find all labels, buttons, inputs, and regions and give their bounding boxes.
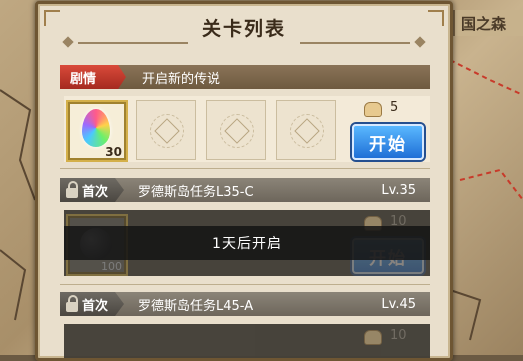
- divider: [60, 284, 430, 285]
- stage-level: Lv.45: [381, 296, 416, 312]
- reward-count: 30: [105, 145, 122, 159]
- locked-stage-content: 10: [64, 324, 430, 358]
- title-ornament-right: [300, 42, 410, 44]
- stage-list-panel: 关卡列表 剧情 开启新的传说 30 5 开始 首次 罗德斯岛任务L35-C Lv…: [35, 1, 453, 361]
- reward-item-slot[interactable]: 30: [66, 100, 128, 162]
- stamina-cost: 5: [390, 100, 399, 115]
- start-button[interactable]: 开始: [352, 124, 424, 160]
- unlock-countdown: 1天后开启: [64, 226, 430, 260]
- rainbow-crystal-icon: [82, 109, 110, 147]
- lock-icon: [66, 181, 78, 198]
- reward-count: 100: [101, 260, 122, 273]
- first-clear-label: 首次: [82, 298, 109, 314]
- empty-reward-slot: [206, 100, 266, 160]
- divider: [60, 168, 430, 169]
- stage-title: 罗德斯岛任务L45-A: [138, 298, 254, 314]
- story-tag: 剧情: [60, 65, 126, 89]
- empty-reward-slot: [276, 100, 336, 160]
- first-clear-tag: 首次: [60, 178, 124, 202]
- bread-icon: [364, 330, 382, 345]
- first-clear-tag: 首次: [60, 292, 124, 316]
- title-ornament-left: [78, 42, 188, 44]
- stage-header[interactable]: 首次 罗德斯岛任务L35-C Lv.35: [60, 178, 430, 202]
- bread-icon: [364, 102, 382, 117]
- stage-header[interactable]: 首次 罗德斯岛任务L45-A Lv.45: [60, 292, 430, 316]
- map-region-label[interactable]: 国之森: [453, 10, 523, 36]
- story-reward-slots: 30 5 开始: [64, 96, 430, 162]
- lock-icon: [66, 295, 78, 312]
- story-stage-title: 开启新的传说: [142, 71, 221, 87]
- first-clear-label: 首次: [82, 184, 109, 200]
- empty-reward-slot: [136, 100, 196, 160]
- panel-title: 关卡列表: [201, 18, 286, 40]
- stage-title: 罗德斯岛任务L35-C: [138, 184, 254, 200]
- stage-level: Lv.35: [381, 182, 416, 198]
- stamina-cost: 10: [390, 328, 407, 343]
- story-stage-header[interactable]: 剧情 开启新的传说: [60, 65, 430, 89]
